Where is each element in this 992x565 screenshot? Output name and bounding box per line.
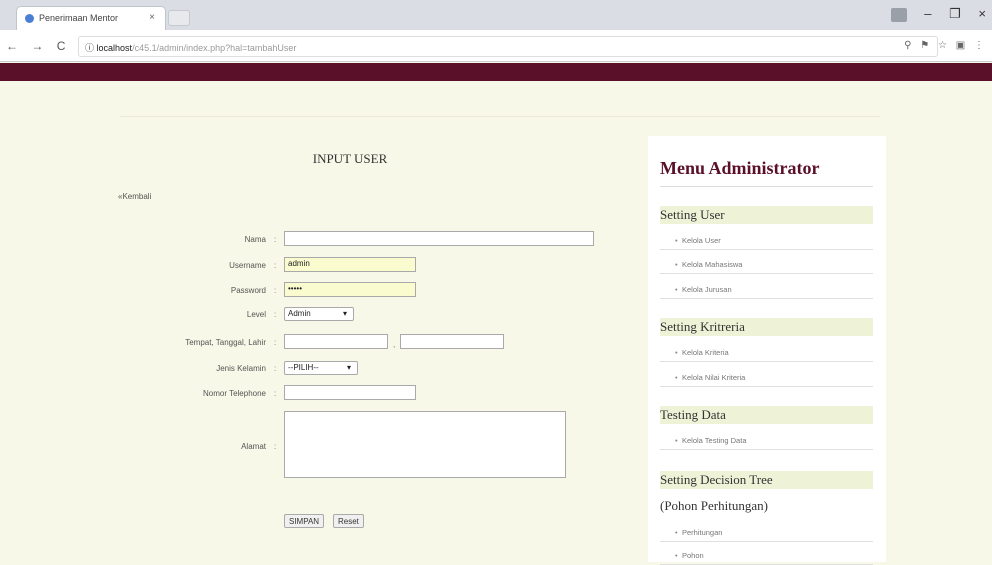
- divider: [660, 186, 873, 187]
- level-select[interactable]: Admin ▾: [284, 307, 354, 321]
- address-icons: ⚲ ⚑ ☆ ▣ ⋮: [898, 40, 984, 51]
- telp-label: Nomor Telephone: [202, 389, 266, 398]
- level-select-value: Admin: [288, 309, 311, 318]
- page-title: INPUT USER: [312, 151, 388, 166]
- url-path: /c45.1/admin/index.php?hal=tambahUser: [132, 43, 297, 53]
- alamat-label: Alamat: [241, 442, 266, 451]
- jk-select[interactable]: --PILIH-- ▾: [284, 361, 358, 375]
- tab-title: Penerimaan Mentor: [39, 13, 119, 23]
- chevron-down-icon: ▾: [342, 309, 347, 318]
- colon: :: [274, 261, 277, 270]
- chevron-down-icon: ▾: [346, 363, 351, 372]
- password-input[interactable]: •••••: [284, 282, 416, 297]
- back-arrow-icon[interactable]: ←: [6, 39, 18, 53]
- section-setting-decision-tree: Setting Decision Tree: [660, 471, 873, 489]
- jk-label: Jenis Kelamin: [216, 364, 266, 373]
- sidebar-title: Menu Administrator: [660, 158, 820, 178]
- url-host: localhost: [96, 43, 133, 53]
- reset-button[interactable]: Reset: [333, 514, 364, 528]
- maximize-button[interactable]: ❐: [949, 6, 961, 22]
- password-label: Password: [230, 286, 266, 295]
- nama-input[interactable]: [284, 231, 594, 246]
- info-icon[interactable]: ⓘ: [85, 43, 94, 53]
- site-header-bar: [0, 63, 992, 81]
- colon: :: [274, 389, 277, 398]
- address-bar-row: ← → C ⓘ localhost/c45.1/admin/index.php?…: [0, 30, 992, 62]
- alamat-textarea[interactable]: [284, 411, 566, 478]
- new-tab-button[interactable]: [168, 10, 190, 26]
- telp-input[interactable]: [284, 385, 416, 400]
- favicon-icon: [25, 14, 34, 23]
- ttl-label: Tempat, Tanggal, Lahir: [185, 338, 266, 347]
- back-link[interactable]: «Kembali: [118, 192, 151, 201]
- url-field[interactable]: ⓘ localhost/c45.1/admin/index.php?hal=ta…: [78, 36, 938, 57]
- colon: :: [274, 442, 277, 451]
- reload-icon[interactable]: C: [57, 39, 66, 53]
- sidebar-item-kelola-nilai-kriteria[interactable]: Kelola Nilai Kriteria: [660, 373, 873, 387]
- window-controls: – ❐ ×: [877, 6, 986, 22]
- colon: :: [274, 310, 277, 319]
- colon: :: [274, 235, 277, 244]
- browser-tabbar: Penerimaan Mentor × – ❐ ×: [0, 0, 992, 30]
- tempat-input[interactable]: [284, 334, 388, 349]
- browser-tab[interactable]: Penerimaan Mentor ×: [16, 6, 166, 30]
- zoom-icon[interactable]: ⚲: [904, 40, 911, 51]
- username-label: Username: [229, 261, 266, 270]
- sidebar-item-perhitungan[interactable]: Perhitungan: [660, 528, 873, 542]
- extension-menu-icon[interactable]: ▣: [956, 40, 965, 51]
- tanggal-input[interactable]: [400, 334, 504, 349]
- section-testing-data: Testing Data: [660, 406, 873, 424]
- nav-buttons: ← → C: [6, 39, 75, 53]
- section-setting-user: Setting User: [660, 206, 873, 224]
- section-pohon-perhitungan: (Pohon Perhitungan): [660, 498, 768, 513]
- section-setting-kriteria: Setting Kritreria: [660, 318, 873, 336]
- username-input[interactable]: admin: [284, 257, 416, 272]
- sidebar-item-kelola-testing-data[interactable]: Kelola Testing Data: [660, 436, 873, 450]
- more-menu-icon[interactable]: ⋮: [974, 40, 984, 51]
- sidebar-item-kelola-jurusan[interactable]: Kelola Jurusan: [660, 285, 873, 299]
- ttl-separator: ,: [393, 340, 396, 349]
- divider: [120, 116, 880, 117]
- main-content: INPUT USER «Kembali Nama : Username : ad…: [0, 81, 992, 565]
- close-tab-icon[interactable]: ×: [149, 12, 155, 23]
- sidebar-item-kelola-kriteria[interactable]: Kelola Kriteria: [660, 348, 873, 362]
- forward-arrow-icon[interactable]: →: [31, 39, 43, 53]
- colon: :: [274, 286, 277, 295]
- colon: :: [274, 338, 277, 347]
- simpan-button[interactable]: SIMPAN: [284, 514, 325, 528]
- minimize-button[interactable]: –: [924, 6, 931, 21]
- sidebar-item-pohon[interactable]: Pohon: [660, 551, 873, 565]
- close-window-button[interactable]: ×: [978, 6, 986, 21]
- colon: :: [274, 364, 277, 373]
- bookmark-flag-icon[interactable]: ⚑: [920, 40, 929, 51]
- extension-icon[interactable]: [890, 7, 907, 22]
- nama-label: Nama: [244, 235, 266, 244]
- admin-sidebar: Menu Administrator Setting User Kelola U…: [648, 136, 886, 565]
- level-label: Level: [246, 310, 266, 319]
- star-icon[interactable]: ☆: [938, 40, 947, 51]
- jk-select-value: --PILIH--: [288, 363, 319, 372]
- sidebar-item-kelola-user[interactable]: Kelola User: [660, 236, 873, 250]
- sidebar-item-kelola-mahasiswa[interactable]: Kelola Mahasiswa: [660, 260, 873, 274]
